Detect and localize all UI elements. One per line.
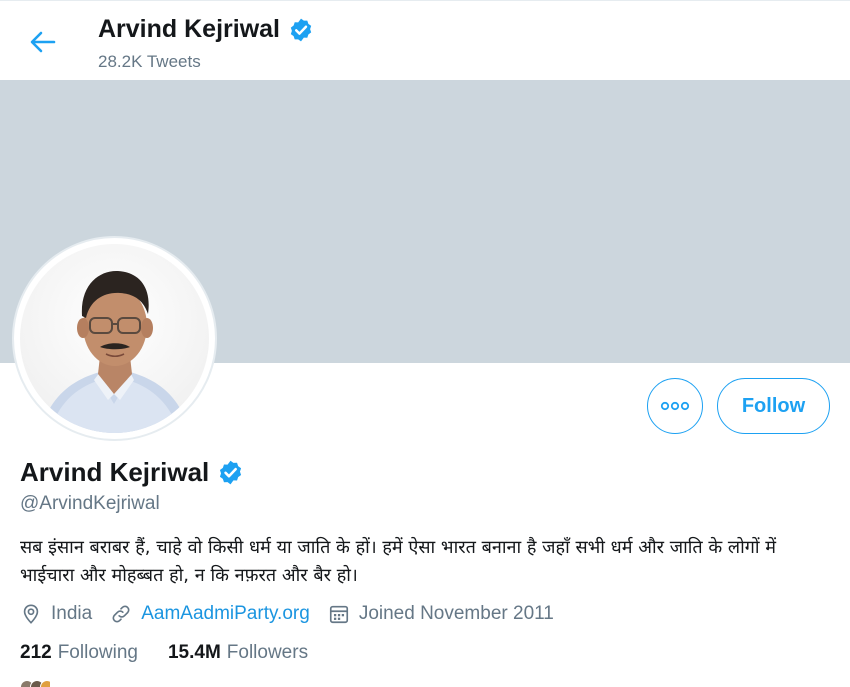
joined-text: Joined November 2011	[358, 603, 554, 624]
top-header: Arvind Kejriwal 28.2K Tweets	[0, 0, 850, 80]
header-name: Arvind Kejriwal	[98, 15, 280, 43]
followers-link[interactable]: 15.4M Followers	[168, 642, 308, 664]
verified-badge-icon	[220, 460, 242, 485]
following-link[interactable]: 212 Following	[20, 642, 138, 664]
avatar[interactable]	[12, 236, 217, 441]
link-icon	[112, 605, 130, 623]
mini-avatar	[40, 680, 50, 687]
location-item: India	[20, 603, 92, 625]
follow-stats: 212 Following 15.4M Followers	[20, 642, 338, 664]
more-options-button[interactable]	[647, 378, 703, 434]
calendar-icon	[329, 605, 348, 624]
profile-bio: सब इंसान बराबर हैं, चाहे वो किसी धर्म या…	[20, 537, 777, 586]
profile-handle: @ArvindKejriwal	[20, 493, 160, 514]
more-dots-icon	[660, 401, 690, 411]
followed-by-avatars[interactable]	[20, 680, 50, 687]
profile-meta: India AamAadmiParty.org Joined November …	[20, 600, 572, 628]
verified-badge-icon	[290, 18, 312, 41]
header-title: Arvind Kejriwal	[98, 15, 314, 44]
followers-count: 15.4M	[167, 642, 221, 663]
joined-item: Joined November 2011	[328, 603, 554, 625]
tweet-count: 28.2K Tweets	[98, 52, 201, 71]
following-label: Following	[57, 642, 138, 663]
website-item[interactable]: AamAadmiParty.org	[110, 603, 310, 625]
following-count: 212	[20, 642, 52, 663]
location-pin-icon	[23, 604, 39, 624]
avatar-photo	[20, 244, 209, 433]
follow-button[interactable]: Follow	[717, 378, 830, 434]
location-text: India	[51, 603, 93, 624]
back-arrow-icon	[30, 31, 56, 53]
followers-label: Followers	[226, 642, 309, 663]
profile-name: Arvind Kejriwal	[20, 457, 244, 488]
profile-name-text: Arvind Kejriwal	[20, 457, 210, 487]
back-button[interactable]	[22, 25, 62, 59]
website-link[interactable]: AamAadmiParty.org	[141, 603, 310, 625]
